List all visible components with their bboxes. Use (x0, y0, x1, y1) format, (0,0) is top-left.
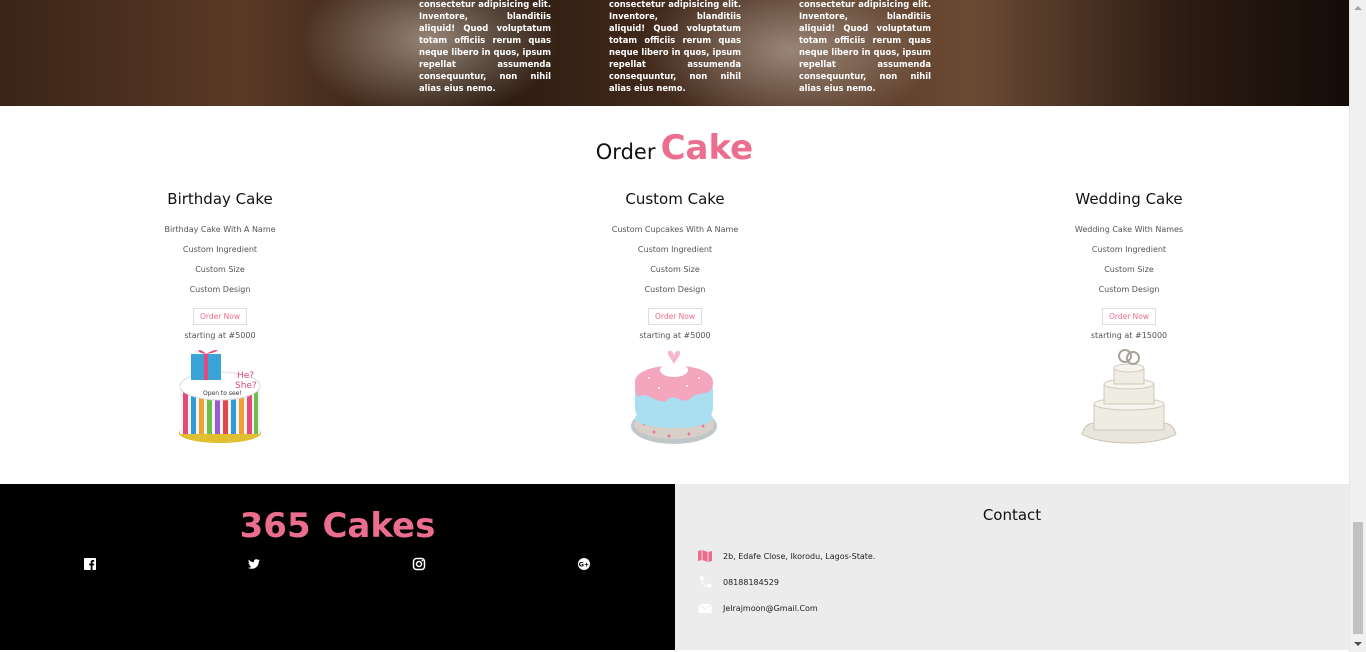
card-feature: Custom Size (650, 265, 700, 274)
contact-address: 2b, Edafe Close, Ikorodu, Lagos-State. (697, 549, 875, 563)
card-feature: Custom Size (1104, 265, 1154, 274)
order-now-button[interactable]: Order Now (647, 308, 703, 325)
card-feature: Custom Ingredient (637, 245, 713, 254)
card-feature: Custom Cupcakes With A Name (611, 225, 739, 234)
svg-text:G+: G+ (579, 561, 590, 569)
card-price: starting at #15000 (1090, 331, 1168, 340)
phone-icon (699, 576, 712, 588)
scroll-down-arrow-icon[interactable] (1354, 642, 1362, 646)
card-feature: Wedding Cake With Names (1074, 225, 1184, 234)
custom-cake-image (631, 350, 717, 444)
wedding-cake-image (1081, 349, 1177, 444)
svg-text:Open to see!: Open to see! (203, 390, 242, 397)
card-feature: Birthday Cake With A Name (164, 225, 276, 234)
facebook-icon[interactable] (83, 557, 97, 571)
hero-text-column: consectetur adipisicing elit. Inventore,… (419, 0, 551, 93)
product-card-wedding: Wedding Cake Wedding Cake With Names Cus… (1009, 190, 1249, 345)
contact-email-text: Jelrajmoon@Gmail.Com (723, 603, 818, 613)
contact-title: Contact (982, 506, 1042, 524)
map-icon (698, 550, 712, 562)
vertical-scrollbar[interactable] (1349, 0, 1366, 652)
hero-banner: consectetur adipisicing elit. Inventore,… (0, 0, 1349, 106)
envelope-icon (698, 603, 712, 613)
contact-phone: 08188184529 (697, 575, 779, 589)
card-price: starting at #5000 (639, 331, 711, 340)
section-title-accent: Cake (660, 128, 754, 168)
product-card-birthday: Birthday Cake Birthday Cake With A Name … (100, 190, 340, 345)
scroll-up-arrow-icon[interactable] (1354, 6, 1362, 10)
hero-text-column: consectetur adipisicing elit. Inventore,… (609, 0, 741, 93)
order-now-button[interactable]: Order Now (1101, 308, 1157, 325)
product-card-custom: Custom Cake Custom Cupcakes With A Name … (555, 190, 795, 345)
section-title: Order Cake (0, 128, 1349, 168)
card-feature: Custom Size (195, 265, 245, 274)
section-title-word: Order (595, 140, 656, 164)
card-feature: Custom Ingredient (1091, 245, 1167, 254)
contact-phone-text: 08188184529 (723, 577, 779, 587)
instagram-icon[interactable] (412, 557, 426, 571)
svg-text:He?: He? (237, 371, 254, 381)
twitter-icon[interactable] (247, 557, 261, 571)
card-title: Wedding Cake (1075, 190, 1183, 208)
card-price: starting at #5000 (184, 331, 256, 340)
card-feature: Custom Design (1098, 285, 1160, 294)
footer-brand: 365 Cakes (239, 506, 436, 546)
page: consectetur adipisicing elit. Inventore,… (0, 0, 1349, 652)
google-plus-icon[interactable]: G+ (577, 557, 591, 571)
hero-text-column: consectetur adipisicing elit. Inventore,… (799, 0, 931, 93)
card-feature: Custom Design (644, 285, 706, 294)
card-title: Custom Cake (625, 190, 725, 208)
card-feature: Custom Design (189, 285, 251, 294)
card-title: Birthday Cake (167, 190, 273, 208)
card-feature: Custom Ingredient (182, 245, 258, 254)
contact-address-text: 2b, Edafe Close, Ikorodu, Lagos-State. (723, 551, 876, 561)
order-now-button[interactable]: Order Now (192, 308, 248, 325)
birthday-cake-image: He? She? Open to see! (179, 349, 261, 443)
scrollbar-thumb[interactable] (1353, 522, 1363, 634)
contact-email: Jelrajmoon@Gmail.Com (697, 601, 818, 615)
